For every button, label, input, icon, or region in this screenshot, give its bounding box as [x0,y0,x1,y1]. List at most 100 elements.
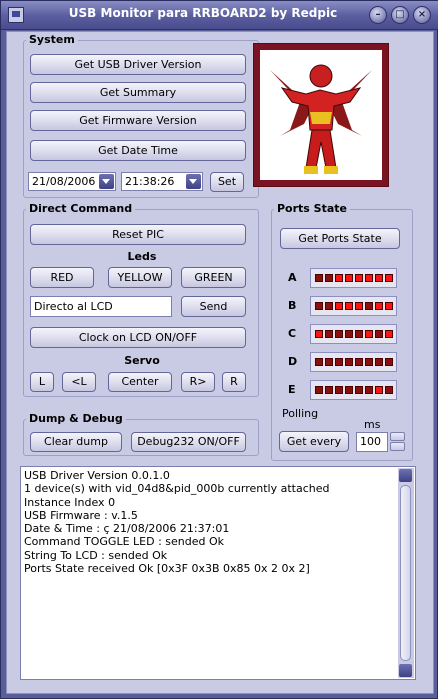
servo-step-left-button[interactable]: <L [62,372,96,392]
port-led-bit-4 [345,274,353,282]
log-scrollbar[interactable] [398,468,414,678]
window-title: USB Monitor para RRBOARD2 by Redpic [68,6,338,20]
port-led-bit-7 [315,330,323,338]
red-led-button[interactable]: RED [30,267,94,288]
title-bar[interactable]: USB Monitor para RRBOARD2 by Redpic – □ … [1,1,438,30]
direct-command-group: Direct Command Reset PIC Leds RED YELLOW… [23,202,259,397]
port-led-bit-1 [375,274,383,282]
port-led-bit-1 [375,386,383,394]
log-text: USB Driver Version 0.0.1.0 1 device(s) wi… [24,469,330,575]
port-led-bit-7 [315,274,323,282]
client-area: System Get USB Driver Version Get Summar… [6,31,434,694]
get-ports-state-button[interactable]: Get Ports State [280,228,400,249]
scroll-up-icon[interactable] [399,469,412,482]
superhero-picture-frame [253,43,389,187]
minimize-icon: – [375,9,381,20]
log-line: USB Firmware : v.1.5 [24,508,138,522]
get-summary-button[interactable]: Get Summary [30,82,246,103]
close-button[interactable]: × [413,6,431,24]
polling-interval-input[interactable]: 100 [356,432,388,452]
port-led-bit-2 [365,386,373,394]
port-led-bit-0 [385,330,393,338]
port-led-bank [310,268,397,288]
log-line: USB Driver Version 0.0.1.0 [24,469,170,482]
maximize-button[interactable]: □ [391,6,409,24]
polling-interval-spinner[interactable] [390,432,405,451]
port-led-bit-7 [315,302,323,310]
port-led-bit-3 [355,274,363,282]
system-group: System Get USB Driver Version Get Summar… [23,33,259,198]
time-dropdown-icon[interactable] [186,174,201,189]
get-usb-driver-version-button[interactable]: Get USB Driver Version [30,54,246,75]
dump-debug-group-title: Dump & Debug [26,412,126,425]
clear-dump-button[interactable]: Clear dump [30,432,122,452]
date-dropdown-icon[interactable] [99,174,114,189]
servo-center-button[interactable]: Center [108,372,172,392]
port-led-bit-3 [355,386,363,394]
port-led-bit-3 [355,330,363,338]
port-led-bit-2 [365,330,373,338]
send-lcd-button[interactable]: Send [181,296,246,317]
port-led-bit-0 [385,358,393,366]
port-led-bit-2 [365,302,373,310]
port-row-d: D [288,352,400,372]
reset-pic-button[interactable]: Reset PIC [30,224,246,245]
close-icon: × [417,9,427,20]
port-led-bit-4 [345,386,353,394]
port-label: C [288,327,297,340]
log-line: Command TOGGLE LED : sended Ok [24,535,225,549]
port-led-bit-4 [345,302,353,310]
servo-right-button[interactable]: R [222,372,246,392]
superhero-image [260,50,382,180]
port-row-a: A [288,268,400,288]
port-led-bank [310,296,397,316]
minimize-button[interactable]: – [369,6,387,24]
date-picker[interactable]: 21/08/2006 [28,172,116,191]
port-row-e: E [288,380,400,400]
scroll-down-icon[interactable] [399,664,412,677]
app-window: USB Monitor para RRBOARD2 by Redpic – □ … [0,0,438,699]
spin-up-icon[interactable] [390,432,405,441]
dump-debug-group: Dump & Debug Clear dump Debug232 ON/OFF [23,412,259,456]
spin-down-icon[interactable] [390,442,405,451]
port-led-bit-6 [325,274,333,282]
port-led-bit-0 [385,274,393,282]
port-label: E [288,383,296,396]
port-led-bit-6 [325,386,333,394]
get-firmware-version-button[interactable]: Get Firmware Version [30,110,246,131]
port-led-bank [310,352,397,372]
port-label: B [288,299,297,312]
time-picker[interactable]: 21:38:26 [121,172,203,191]
ports-state-group-title: Ports State [274,202,351,215]
get-every-button[interactable]: Get every [279,431,349,452]
leds-label: Leds [127,250,157,263]
port-led-bit-4 [345,330,353,338]
log-line: 1 device(s) with vid_04d8&pid_000b curre… [24,482,330,496]
clock-on-lcd-button[interactable]: Clock on LCD ON/OFF [30,327,246,348]
log-output[interactable]: USB Driver Version 0.0.1.0 1 device(s) wi… [20,466,416,680]
yellow-led-button[interactable]: YELLOW [108,267,172,288]
scroll-thumb[interactable] [400,485,411,661]
log-line: Ports State received Ok [0x3F 0x3B 0x85 … [24,562,310,576]
port-led-bit-7 [315,386,323,394]
port-led-bit-5 [335,330,343,338]
set-datetime-button[interactable]: Set [210,172,244,192]
debug232-button[interactable]: Debug232 ON/OFF [131,432,246,452]
ports-state-group: Ports State Get Ports State A B C D E Pollin… [271,202,413,461]
direct-command-group-title: Direct Command [26,202,136,215]
port-led-bit-2 [365,274,373,282]
port-led-bit-6 [325,330,333,338]
port-led-bit-2 [365,358,373,366]
port-led-bit-4 [345,358,353,366]
port-row-c: C [288,324,400,344]
port-led-bit-5 [335,358,343,366]
maximize-icon: □ [395,9,405,20]
green-led-button[interactable]: GREEN [181,267,246,288]
servo-left-button[interactable]: L [30,372,54,392]
servo-step-right-button[interactable]: R> [181,372,215,392]
port-led-bit-5 [335,274,343,282]
lcd-text-input[interactable]: Directo al LCD [30,296,172,317]
port-led-bit-1 [375,358,383,366]
get-date-time-button[interactable]: Get Date Time [30,140,246,161]
polling-label: Polling [282,407,319,420]
